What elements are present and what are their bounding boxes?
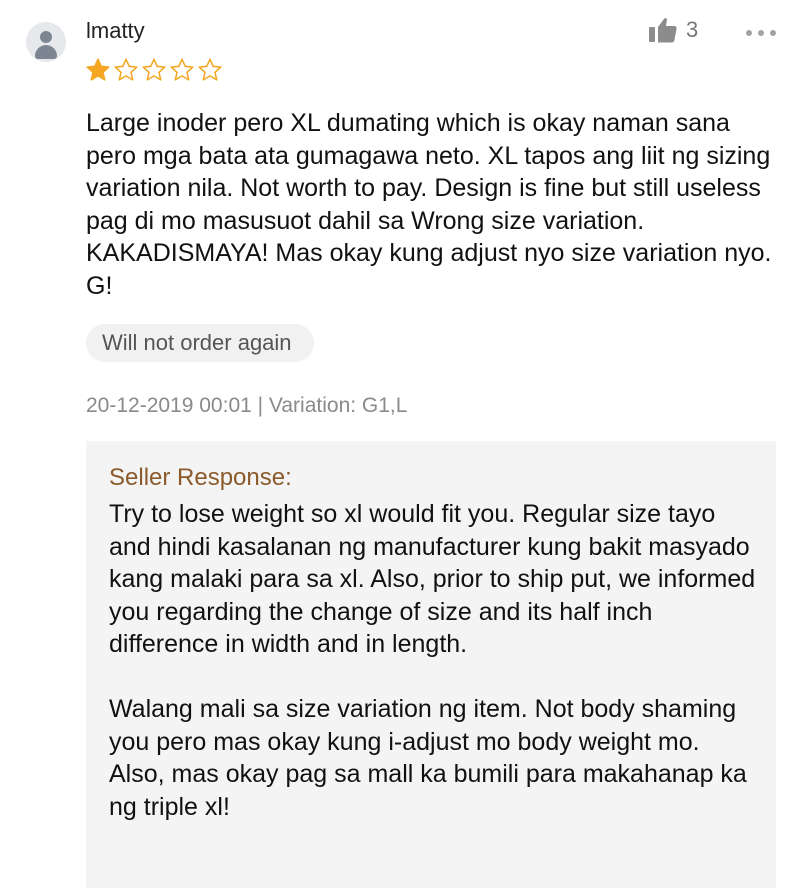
star-filled-icon [86, 58, 110, 81]
review-meta: 20-12-2019 00:01 | Variation: G1,L [86, 394, 408, 417]
star-outline-icon [142, 58, 166, 81]
more-dots-icon[interactable] [743, 20, 779, 46]
thumbs-up-icon [649, 18, 677, 43]
star-rating [85, 57, 223, 83]
like-count: 3 [686, 17, 699, 42]
review-item: lmatty 3 Large inoder pero XL dumating w… [0, 0, 800, 888]
seller-response-text: Try to lose weight so xl would fit you. … [109, 498, 759, 823]
seller-response: Seller Response: Try to lose weight so x… [86, 441, 776, 888]
review-tag: Will not order again [86, 324, 314, 362]
star-outline-icon [198, 58, 222, 81]
like-button[interactable]: 3 [648, 16, 698, 44]
review-text: Large inoder pero XL dumating which is o… [86, 109, 772, 300]
seller-response-paragraph: Try to lose weight so xl would fit you. … [109, 500, 756, 658]
seller-response-paragraph: Walang mali sa size variation ng item. N… [109, 695, 747, 821]
seller-response-title: Seller Response: [109, 464, 292, 491]
reviewer-username[interactable]: lmatty [86, 18, 145, 44]
user-avatar-icon[interactable] [26, 22, 66, 62]
star-outline-icon [114, 58, 138, 81]
star-outline-icon [170, 58, 194, 81]
avatar-body [35, 45, 57, 59]
avatar-head [40, 31, 52, 43]
